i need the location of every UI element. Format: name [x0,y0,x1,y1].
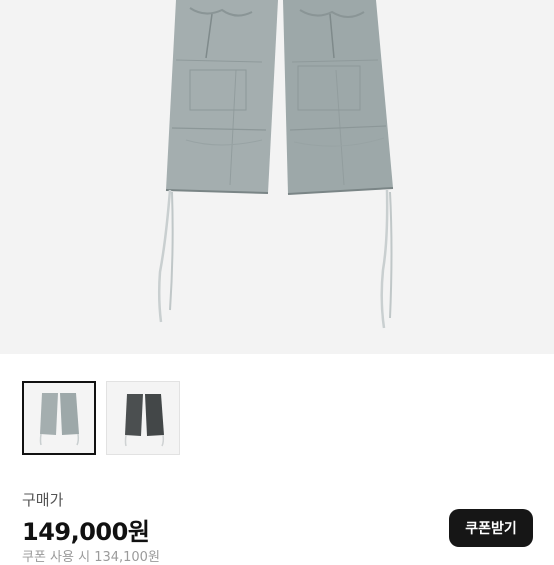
thumbnail-list [22,381,180,455]
pants-left-leg [166,0,278,193]
pants-illustration [157,0,394,329]
product-hero-image [0,0,554,354]
thumbnail-charcoal[interactable] [106,381,180,455]
price-label: 구매가 [22,491,64,509]
price-amount: 149,000원 [22,518,150,546]
drawstring-right [380,189,389,329]
coupon-button[interactable]: 쿠폰받기 [449,509,533,547]
drawstring-left [157,189,172,323]
thumbnail-light-grey[interactable] [22,381,96,455]
coupon-price-note: 쿠폰 사용 시 134,100원 [22,550,160,565]
